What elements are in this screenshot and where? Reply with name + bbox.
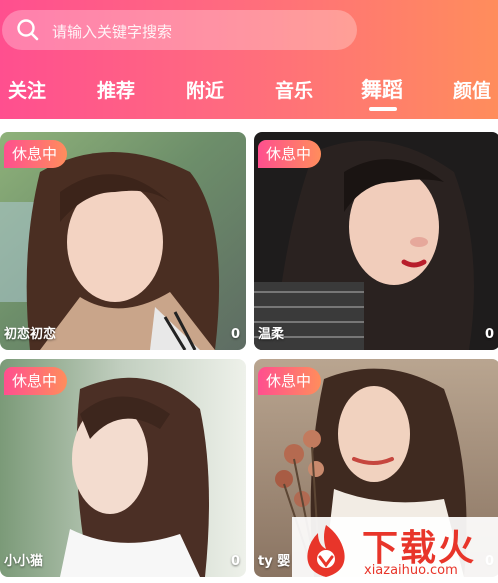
- streamer-name: ty 婴: [258, 554, 291, 569]
- streamer-name: 温柔: [258, 327, 285, 342]
- tab-follow[interactable]: 关注: [8, 76, 46, 103]
- tab-music[interactable]: 音乐: [275, 76, 313, 103]
- tab-nearby[interactable]: 附近: [186, 76, 224, 103]
- site-watermark: 下载火 xiazaihuo.com: [292, 517, 498, 583]
- stream-grid: 休息中 初恋初恋 0 休息中 温柔 0 休息中 小小猫 0 休息中 ty 婴: [0, 119, 498, 583]
- viewer-count: 0: [230, 554, 240, 569]
- search-icon: [17, 19, 39, 41]
- tab-dance[interactable]: 舞蹈: [361, 74, 403, 104]
- status-badge: 休息中: [258, 140, 322, 168]
- streamer-name: 小小猫: [4, 554, 44, 569]
- streamer-name: 初恋初恋: [4, 327, 57, 342]
- tab-recommend[interactable]: 推荐: [97, 76, 135, 103]
- status-badge: 休息中: [258, 367, 322, 395]
- viewer-count: 0: [484, 327, 494, 342]
- search-placeholder[interactable]: 请输入关键字搜索: [52, 21, 172, 42]
- status-badge: 休息中: [4, 367, 68, 395]
- stream-card[interactable]: 休息中 温柔 0: [254, 132, 498, 350]
- active-tab-indicator: [369, 107, 397, 111]
- search-bar[interactable]: 请输入关键字搜索: [2, 10, 357, 50]
- stream-card[interactable]: 休息中 小小猫 0: [0, 359, 246, 577]
- top-header: 请输入关键字搜索 关注 推荐 附近 音乐 舞蹈 颜值: [0, 0, 498, 119]
- stream-card[interactable]: 休息中 初恋初恋 0: [0, 132, 246, 350]
- flame-logo-icon: [307, 525, 345, 577]
- status-badge: 休息中: [4, 140, 68, 168]
- tab-looks[interactable]: 颜值: [453, 76, 491, 103]
- viewer-count: 0: [230, 327, 240, 342]
- category-tabs: 关注 推荐 附近 音乐 舞蹈 颜值: [0, 74, 498, 114]
- watermark-url: xiazaihuo.com: [364, 563, 458, 578]
